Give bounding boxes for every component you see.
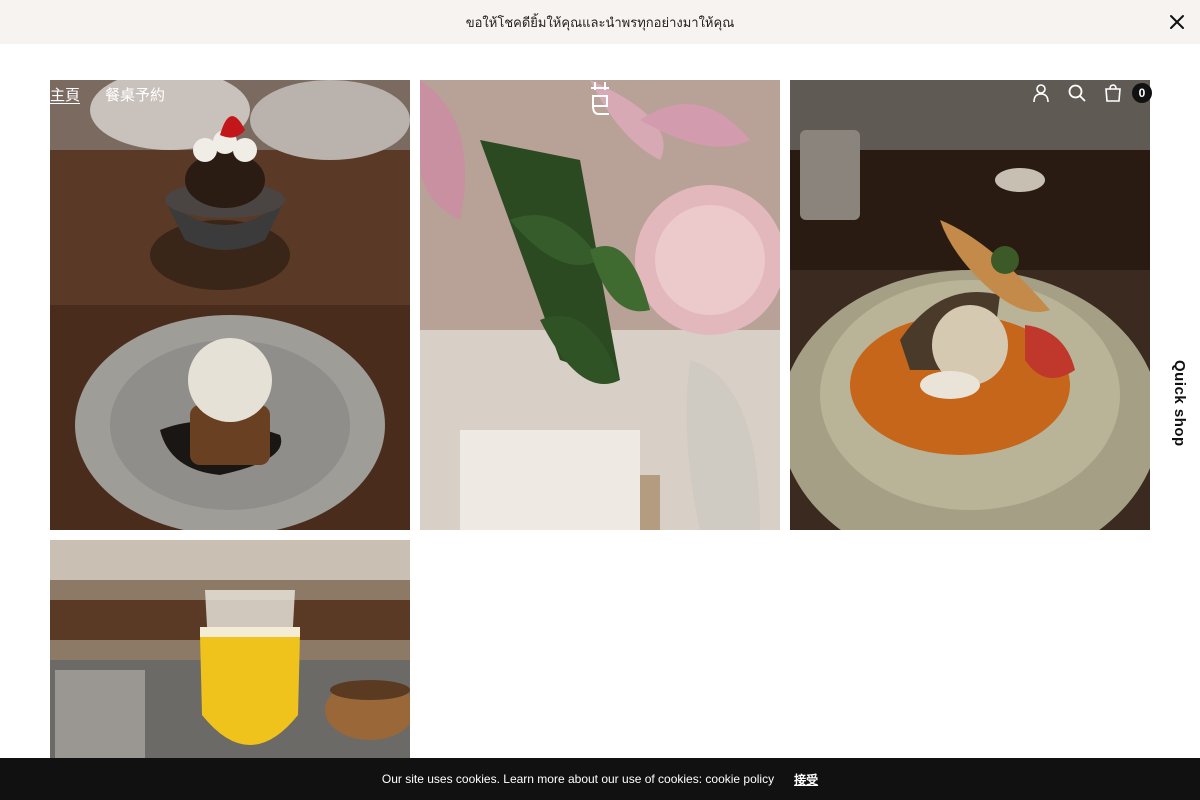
gallery-image-main-dish[interactable] [790, 80, 1150, 530]
gallery-image-flowers[interactable] [420, 80, 780, 530]
close-icon[interactable] [1166, 11, 1188, 33]
user-icon[interactable] [1030, 82, 1052, 104]
gallery-image-drink[interactable] [50, 540, 410, 758]
brand-logo[interactable] [585, 80, 615, 120]
announcement-text: ขอให้โชคดียิ้มให้คุณและนำพรทุกอย่างมาให้… [465, 15, 735, 31]
cart-count-badge[interactable]: 0 [1132, 83, 1152, 103]
main-nav: 主頁 餐桌予約 [50, 84, 165, 105]
accept-cookies-button[interactable]: 接受 [794, 771, 818, 788]
shopping-bag-icon[interactable] [1102, 82, 1124, 104]
nav-item-home[interactable]: 主頁 [50, 84, 80, 105]
announcement-bar: ขอให้โชคดียิ้มให้คุณและนำพรทุกอย่างมาให้… [0, 0, 1200, 44]
gallery-image-desserts[interactable] [50, 80, 410, 530]
quick-shop-tab[interactable]: Quick shop [1171, 360, 1188, 447]
nav-item-reservation[interactable]: 餐桌予約 [105, 84, 165, 105]
search-icon[interactable] [1066, 82, 1088, 104]
header-actions: 0 [1030, 82, 1152, 104]
cookie-text: Our site uses cookies. Learn more about … [381, 772, 775, 786]
cookie-bar: Our site uses cookies. Learn more about … [0, 758, 1200, 800]
